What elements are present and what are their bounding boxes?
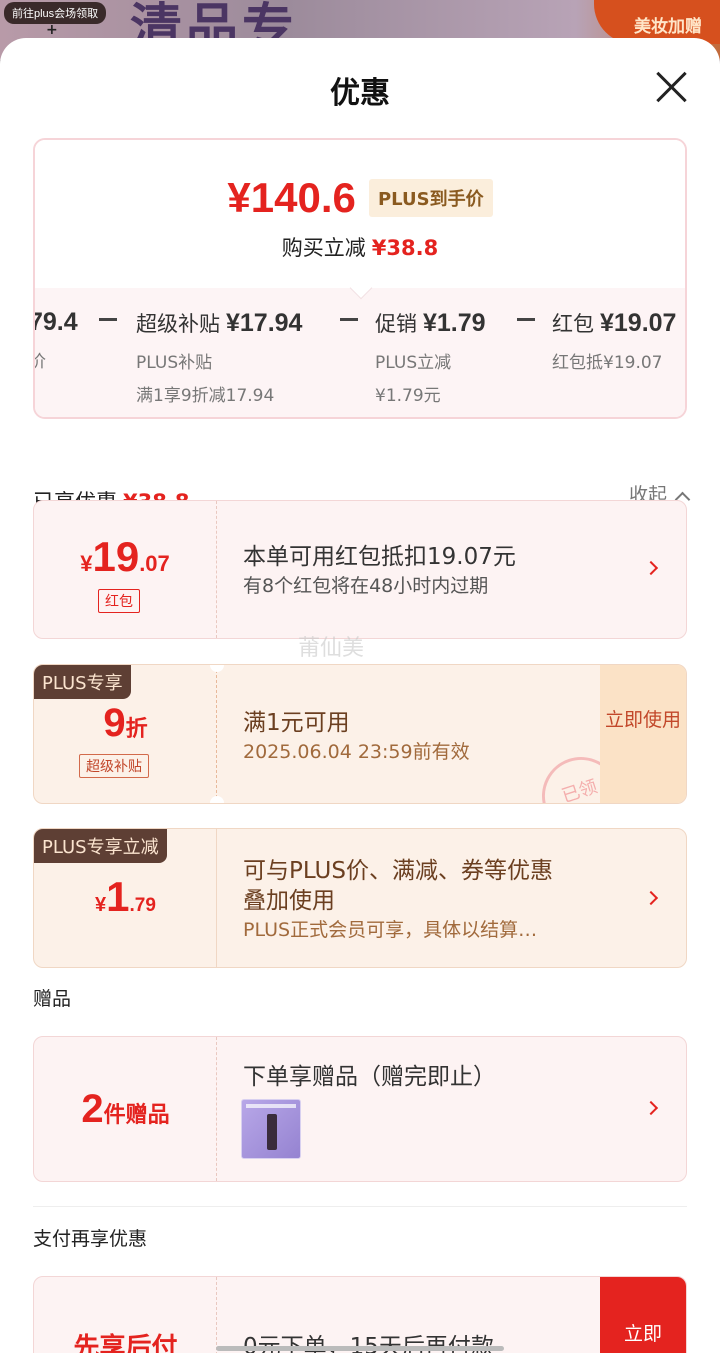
banner-corner-label: 美妆加赠 [634,17,702,37]
discount-sheet: 优惠 ¥140.6 PLUS到手价 购买立减¥38.8 79.4 价 超级补贴¥… [0,38,720,1353]
breakdown-sub: PLUS立减 [375,353,452,373]
divider [33,1206,687,1207]
amount-decimal: .07 [139,551,170,576]
currency-symbol: ¥ [80,551,93,576]
pay-section-title: 支付再享优惠 [33,1228,148,1250]
chevron-right-icon [643,890,659,906]
coupon-main-line2: 叠加使用 [243,888,335,914]
breakdown-item: 超级补贴 ¥17.94 PLUS补贴 满1享9折减17.94 [136,308,302,406]
home-indicator[interactable] [216,1346,504,1351]
plus-price-tag: PLUS到手价 [368,179,493,217]
gift-product-thumbnail[interactable] [241,1099,301,1159]
plus-discount-coupon: PLUS专享 9折 超级补贴 满1元可用 2025.06.04 23:59前有效… [33,664,687,804]
amount-integer: 19 [92,533,140,580]
plus-reduce-coupon[interactable]: PLUS专享立减 ¥1.79 可与PLUS价、满减、券等优惠 叠加使用 PLUS… [33,828,687,968]
gift-main-text: 下单享赠品（赠完即止） [243,1064,496,1090]
plus-exclusive-tag: PLUS专享 [34,665,131,699]
coupon-left: PLUS专享 9折 超级补贴 [34,665,217,803]
chevron-right-icon [643,1100,659,1116]
breakdown-sub: 红包抵¥19.07 [552,353,663,373]
breakdown-sub: PLUS补贴 [136,353,213,373]
minus-icon [340,318,358,321]
breakdown-item: 79.4 价 [33,308,78,372]
currency-symbol: ¥ [95,894,107,916]
breakdown-value: ¥17.94 [226,309,303,337]
coupon-left: 2件赠品 [34,1037,217,1181]
coupon-left: PLUS专享立减 ¥1.79 [34,829,217,967]
coupon-main-text: 本单可用红包抵扣19.07元 [243,544,516,570]
watermark: 莆仙美 [298,636,365,661]
plus-venue-chip[interactable]: 前往plus会场领取 [4,2,107,24]
breakdown-item: 促销 ¥1.79 PLUS立减 ¥1.79元 [375,308,486,406]
breakdown-head: 促销 [375,312,417,336]
close-icon[interactable] [654,70,688,104]
breakdown-sub2: ¥1.79元 [375,386,441,406]
breakdown-value: ¥19.07 [600,309,677,337]
coupon-sub-text: 2025.06.04 23:59前有效 [243,741,470,763]
discount-number: 9 [103,701,126,745]
gift-count-unit: 件赠品 [103,1103,170,1128]
minus-icon [517,318,535,321]
gift-count: 2件赠品 [34,1087,217,1132]
super-subsidy-tag: 超级补贴 [79,754,149,778]
red-packet-badge: 红包 [98,589,140,613]
pay-later-card[interactable]: 先享后付 0元下单，15天后再付款 立即 [33,1276,687,1353]
breakdown-sub2: 满1享9折减17.94 [136,386,275,406]
coupon-main-line1: 可与PLUS价、满减、券等优惠 [243,858,553,884]
gift-card[interactable]: 2件赠品 下单享赠品（赠完即止） [33,1036,687,1182]
discount-value: 9折 [34,701,217,746]
coupon-main-text: 满1元可用 [243,710,350,736]
plus-reduce-amount: ¥1.79 [34,873,217,921]
breakdown-item: 红包 ¥19.07 红包抵¥19.07 [552,308,676,373]
breakdown-head: 超级补贴 [136,312,220,336]
red-packet-amount: ¥19.07 [34,533,216,581]
breakdown-value: 79.4 [33,308,78,336]
price-summary-card: ¥140.6 PLUS到手价 购买立减¥38.8 79.4 价 超级补贴¥17.… [33,138,687,419]
coupon-left: ¥19.07 红包 [34,501,217,638]
gift-section-title: 赠品 [33,988,72,1010]
breakdown-head: 红包 [552,312,594,336]
amount-integer: 1 [106,873,130,920]
sheet-title: 优惠 [330,76,390,111]
pay-now-button[interactable]: 立即 [600,1277,686,1353]
red-packet-coupon[interactable]: ¥19.07 红包 本单可用红包抵扣19.07元 有8个红包将在48小时内过期 [33,500,687,639]
coupon-sub-text: 有8个红包将在48小时内过期 [243,575,489,597]
coupon-left: 先享后付 [34,1277,217,1353]
breakdown-sub: 价 [35,347,78,372]
reduce-label: 购买立减 [281,236,366,260]
amount-decimal: .79 [129,895,156,916]
reduce-line: 购买立减 ¥38.8 [35,232,685,262]
discount-unit: 折 [125,717,148,742]
final-price: ¥140.6 [227,174,356,221]
coupon-right: 可与PLUS价、满减、券等优惠 叠加使用 PLUS正式会员可享，具体以结算… [218,829,686,967]
plus-symbol: + [46,22,58,38]
coupon-right: 下单享赠品（赠完即止） [218,1037,686,1181]
gift-count-number: 2 [81,1087,104,1131]
pay-later-label: 先享后付 [73,1333,178,1353]
chevron-right-icon [643,560,659,576]
price-line: ¥140.6 PLUS到手价 [35,174,685,222]
coupon-right: 本单可用红包抵扣19.07元 有8个红包将在48小时内过期 [218,501,686,638]
plus-reduce-tag: PLUS专享立减 [34,829,167,863]
breakdown-strip[interactable]: 79.4 价 超级补贴¥17.94 PLUS补贴 满1享9折减17.94 促销¥… [33,288,685,417]
reduce-amount: ¥38.8 [371,236,439,260]
minus-icon [99,318,117,321]
use-now-button[interactable]: 立即使用 [600,665,686,803]
summary-top: ¥140.6 PLUS到手价 购买立减 ¥38.8 [35,140,685,288]
breakdown-value: ¥1.79 [423,309,486,337]
coupon-sub-text: PLUS正式会员可享，具体以结算… [243,919,538,941]
